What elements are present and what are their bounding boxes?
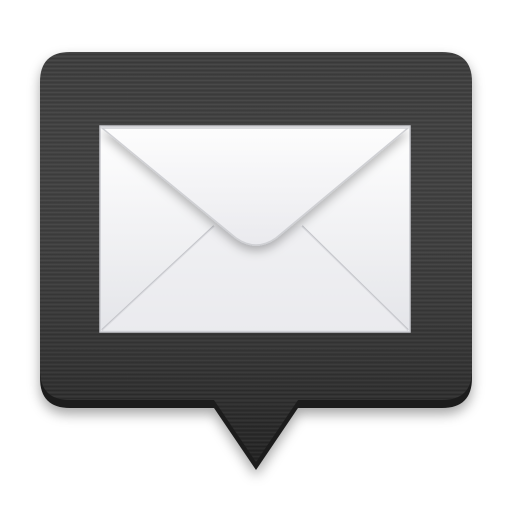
- envelope-icon: [99, 125, 411, 333]
- mail-notification-icon: [40, 52, 472, 470]
- icon-canvas: [0, 0, 512, 512]
